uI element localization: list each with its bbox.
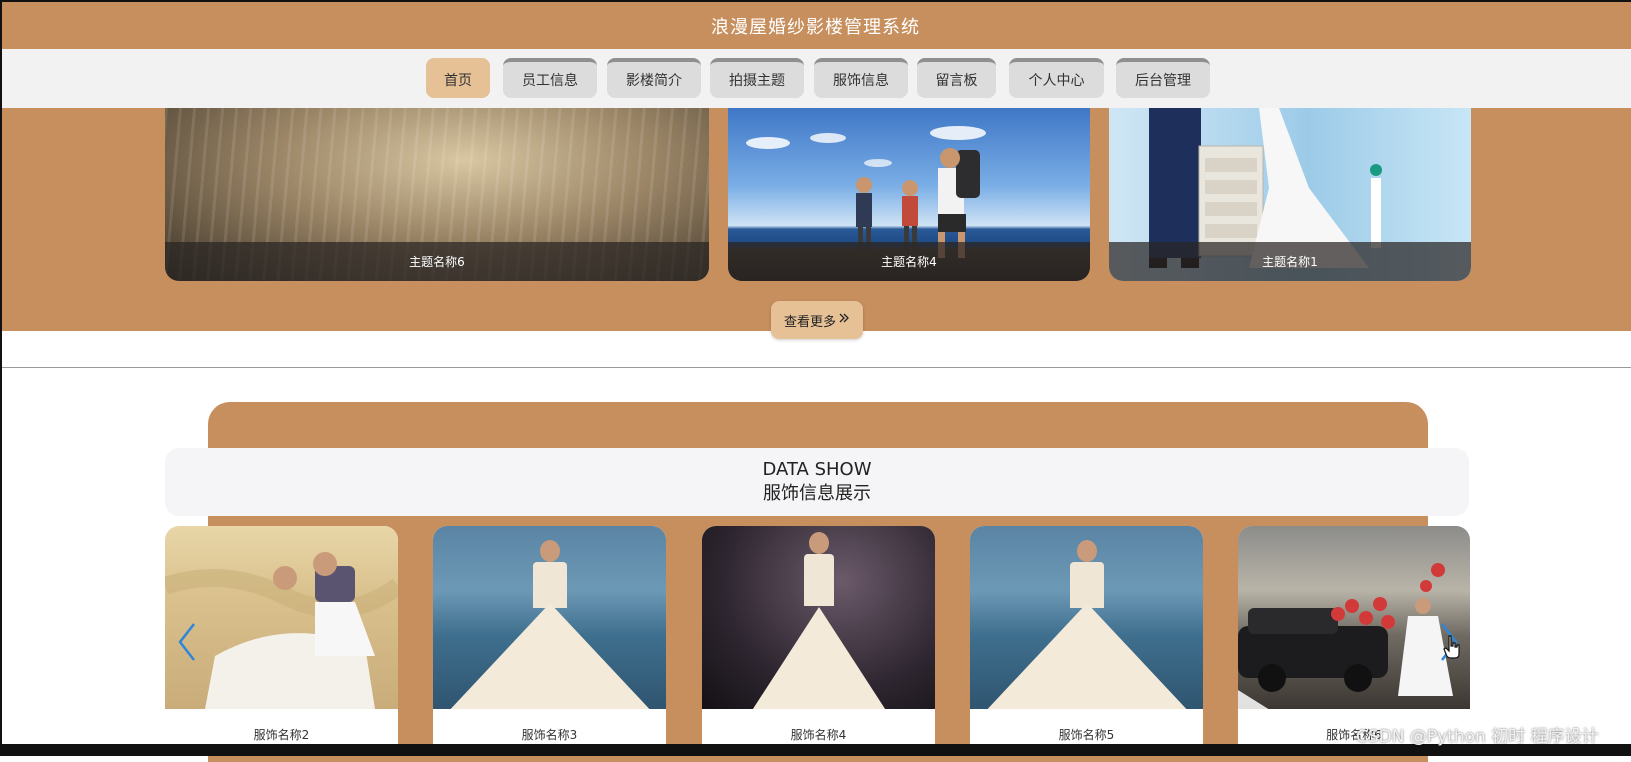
dress-photo: [165, 526, 398, 709]
gown-skirt: [444, 603, 655, 709]
gown-bodice: [803, 554, 834, 606]
theme-card[interactable]: 主题名称6: [165, 108, 709, 281]
gown-skirt: [748, 607, 889, 709]
dress-name: 服饰名称3: [521, 728, 578, 742]
dress-card[interactable]: 服饰名称5: [970, 526, 1203, 756]
model-head: [808, 532, 829, 554]
dress-show-title-cn: 服饰信息展示: [763, 483, 871, 504]
gown-bodice: [532, 562, 567, 608]
carousel-prev-button[interactable]: [174, 620, 200, 664]
watermark: CSDN @Python 初时 程序设计: [1356, 727, 1599, 747]
window-edge: [0, 0, 2, 756]
section-divider: [0, 367, 1631, 368]
gown-bodice: [1069, 562, 1104, 608]
hand-cursor-icon: [1443, 635, 1460, 659]
view-more-label: 查看更多: [783, 314, 836, 330]
dress-name: 服饰名称5: [1058, 728, 1115, 742]
nav-message-board[interactable]: 留言板: [917, 58, 996, 98]
view-more-button[interactable]: 查看更多: [771, 301, 863, 339]
theme-caption: 主题名称6: [165, 242, 709, 281]
model-head: [539, 540, 560, 562]
dress-name: 服饰名称4: [790, 728, 847, 742]
dress-photo: [433, 526, 666, 709]
dress-card[interactable]: 服饰名称3: [433, 526, 666, 756]
nav-shoot-themes[interactable]: 拍摄主题: [710, 58, 804, 98]
page: 浪漫屋婚纱影楼管理系统 首页 员工信息 影楼简介 拍摄主题 服饰信息 留言板 个…: [0, 0, 1631, 762]
nav-studio-intro[interactable]: 影楼简介: [607, 58, 701, 98]
site-title: 浪漫屋婚纱影楼管理系统: [711, 16, 920, 38]
nav-staff[interactable]: 员工信息: [503, 58, 597, 98]
dress-card[interactable]: 服饰名称4: [702, 526, 935, 756]
nav-costumes[interactable]: 服饰信息: [814, 58, 908, 98]
nav-admin[interactable]: 后台管理: [1116, 58, 1210, 98]
theme-card[interactable]: 主题名称4: [728, 108, 1090, 281]
video-play-icon: [1238, 690, 1286, 750]
gown-skirt: [981, 603, 1192, 709]
dress-photo: [702, 526, 935, 709]
dress-show-header: DATA SHOW 服饰信息展示: [165, 448, 1469, 516]
car-balloons-image: [1238, 563, 1453, 696]
dress-photo: [1238, 526, 1470, 709]
dress-photo: [970, 526, 1203, 709]
site-header: 浪漫屋婚纱影楼管理系统: [0, 0, 1631, 49]
couple-in-grass-image: [165, 552, 398, 709]
theme-caption: 主题名称4: [728, 242, 1090, 281]
theme-card[interactable]: 主题名称1: [1109, 108, 1471, 281]
chevron-left-icon: [178, 623, 195, 661]
model-head: [1076, 540, 1097, 562]
theme-section: 主题名称6 主题名称4 主题名称1: [0, 108, 1631, 331]
dress-show-title-en: DATA SHOW: [762, 459, 872, 480]
double-chevron-right-icon: [838, 312, 850, 328]
dress-name: 服饰名称2: [253, 728, 310, 742]
nav-home[interactable]: 首页: [426, 58, 490, 98]
nav-profile[interactable]: 个人中心: [1009, 58, 1104, 98]
main-nav: 首页 员工信息 影楼简介 拍摄主题 服饰信息 留言板 个人中心 后台管理: [0, 49, 1631, 108]
theme-caption: 主题名称1: [1109, 242, 1471, 281]
